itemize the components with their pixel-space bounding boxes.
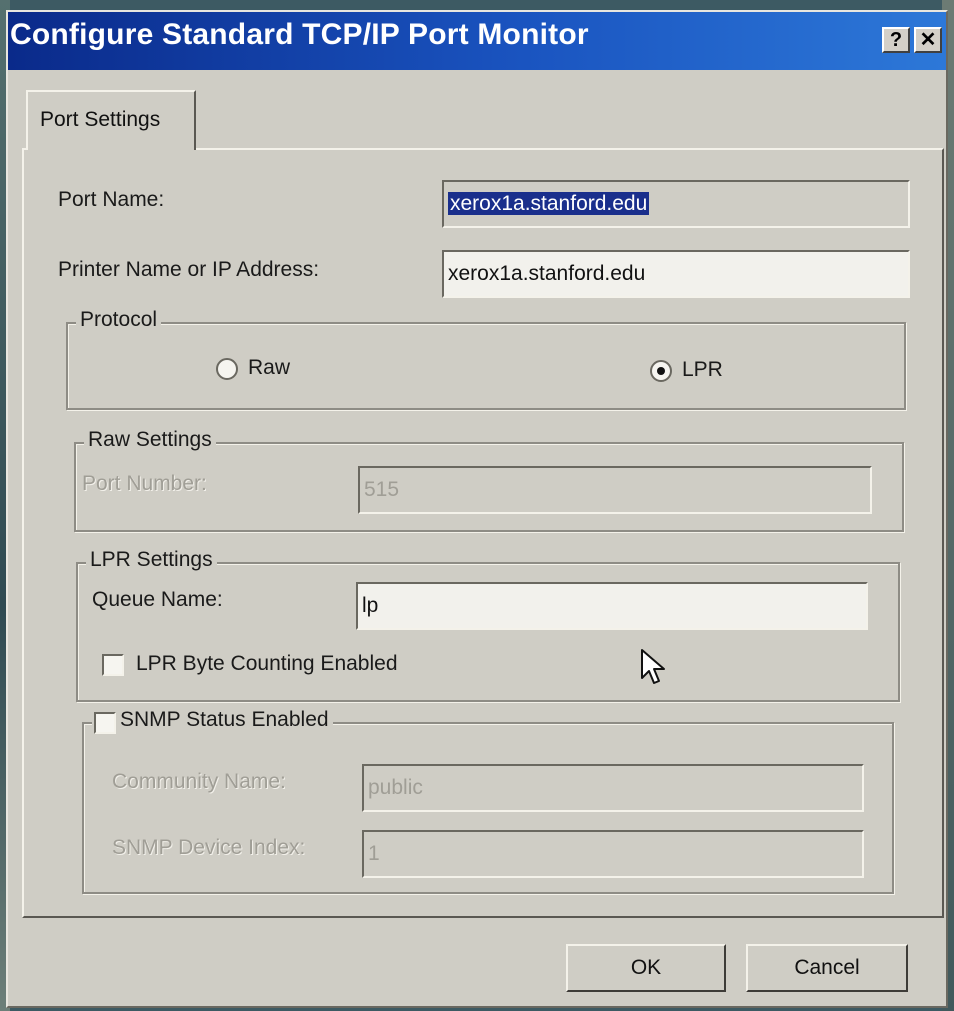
port-number-value: 515 bbox=[364, 478, 400, 501]
queue-name-field[interactable]: lp bbox=[356, 582, 868, 630]
radio-raw-label[interactable]: Raw bbox=[248, 356, 290, 380]
lpr-settings-legend: LPR Settings bbox=[86, 548, 217, 572]
tab-label: Port Settings bbox=[40, 108, 161, 131]
radio-lpr-label[interactable]: LPR bbox=[682, 358, 723, 382]
port-name-label: Port Name: bbox=[58, 188, 165, 211]
community-name-value: public bbox=[368, 776, 423, 799]
lpr-settings-group: LPR Settings Queue Name: lp LPR Byte Cou… bbox=[76, 548, 900, 702]
community-name-label: Community Name: bbox=[112, 770, 286, 793]
protocol-legend: Protocol bbox=[76, 308, 162, 332]
lpr-byte-counting-checkbox[interactable] bbox=[102, 654, 124, 676]
raw-settings-legend: Raw Settings bbox=[84, 428, 216, 452]
ok-button[interactable]: OK bbox=[566, 944, 726, 992]
protocol-group: Protocol Raw LPR bbox=[66, 308, 906, 410]
snmp-status-label[interactable]: SNMP Status Enabled bbox=[120, 708, 329, 731]
port-name-value: xerox1a.stanford.edu bbox=[448, 192, 650, 215]
port-name-field[interactable]: xerox1a.stanford.edu bbox=[442, 180, 910, 228]
window-title: Configure Standard TCP/IP Port Monitor bbox=[10, 18, 589, 51]
mouse-pointer-icon bbox=[641, 649, 665, 684]
raw-settings-group: Raw Settings Port Number: 515 bbox=[74, 428, 904, 532]
cancel-button[interactable]: Cancel bbox=[746, 944, 908, 992]
snmp-status-checkbox[interactable] bbox=[94, 712, 116, 734]
radio-lpr[interactable] bbox=[650, 360, 672, 382]
port-number-label: Port Number: bbox=[82, 472, 207, 495]
snmp-device-index-label: SNMP Device Index: bbox=[112, 836, 306, 859]
radio-raw[interactable] bbox=[216, 358, 238, 380]
community-name-field: public bbox=[362, 764, 864, 812]
title-bar[interactable]: Configure Standard TCP/IP Port Monitor ?… bbox=[8, 12, 946, 70]
snmp-legend: SNMP Status Enabled bbox=[92, 708, 333, 732]
queue-name-label: Queue Name: bbox=[92, 588, 223, 611]
printer-address-field[interactable]: xerox1a.stanford.edu bbox=[442, 250, 910, 298]
close-button[interactable]: ✕ bbox=[914, 27, 942, 53]
printer-address-label: Printer Name or IP Address: bbox=[58, 258, 320, 281]
port-settings-panel: Port Name: xerox1a.stanford.edu Printer … bbox=[22, 148, 944, 918]
help-button[interactable]: ? bbox=[882, 27, 910, 53]
port-number-field: 515 bbox=[358, 466, 872, 514]
tab-port-settings[interactable]: Port Settings bbox=[26, 90, 196, 150]
snmp-device-index-field: 1 bbox=[362, 830, 864, 878]
lpr-byte-counting-label[interactable]: LPR Byte Counting Enabled bbox=[136, 652, 398, 676]
queue-name-value: lp bbox=[362, 594, 379, 617]
port-monitor-dialog: Configure Standard TCP/IP Port Monitor ?… bbox=[6, 10, 948, 1008]
snmp-group: SNMP Status Enabled Community Name: publ… bbox=[82, 708, 894, 894]
printer-address-value: xerox1a.stanford.edu bbox=[448, 262, 646, 285]
snmp-device-index-value: 1 bbox=[368, 842, 380, 865]
